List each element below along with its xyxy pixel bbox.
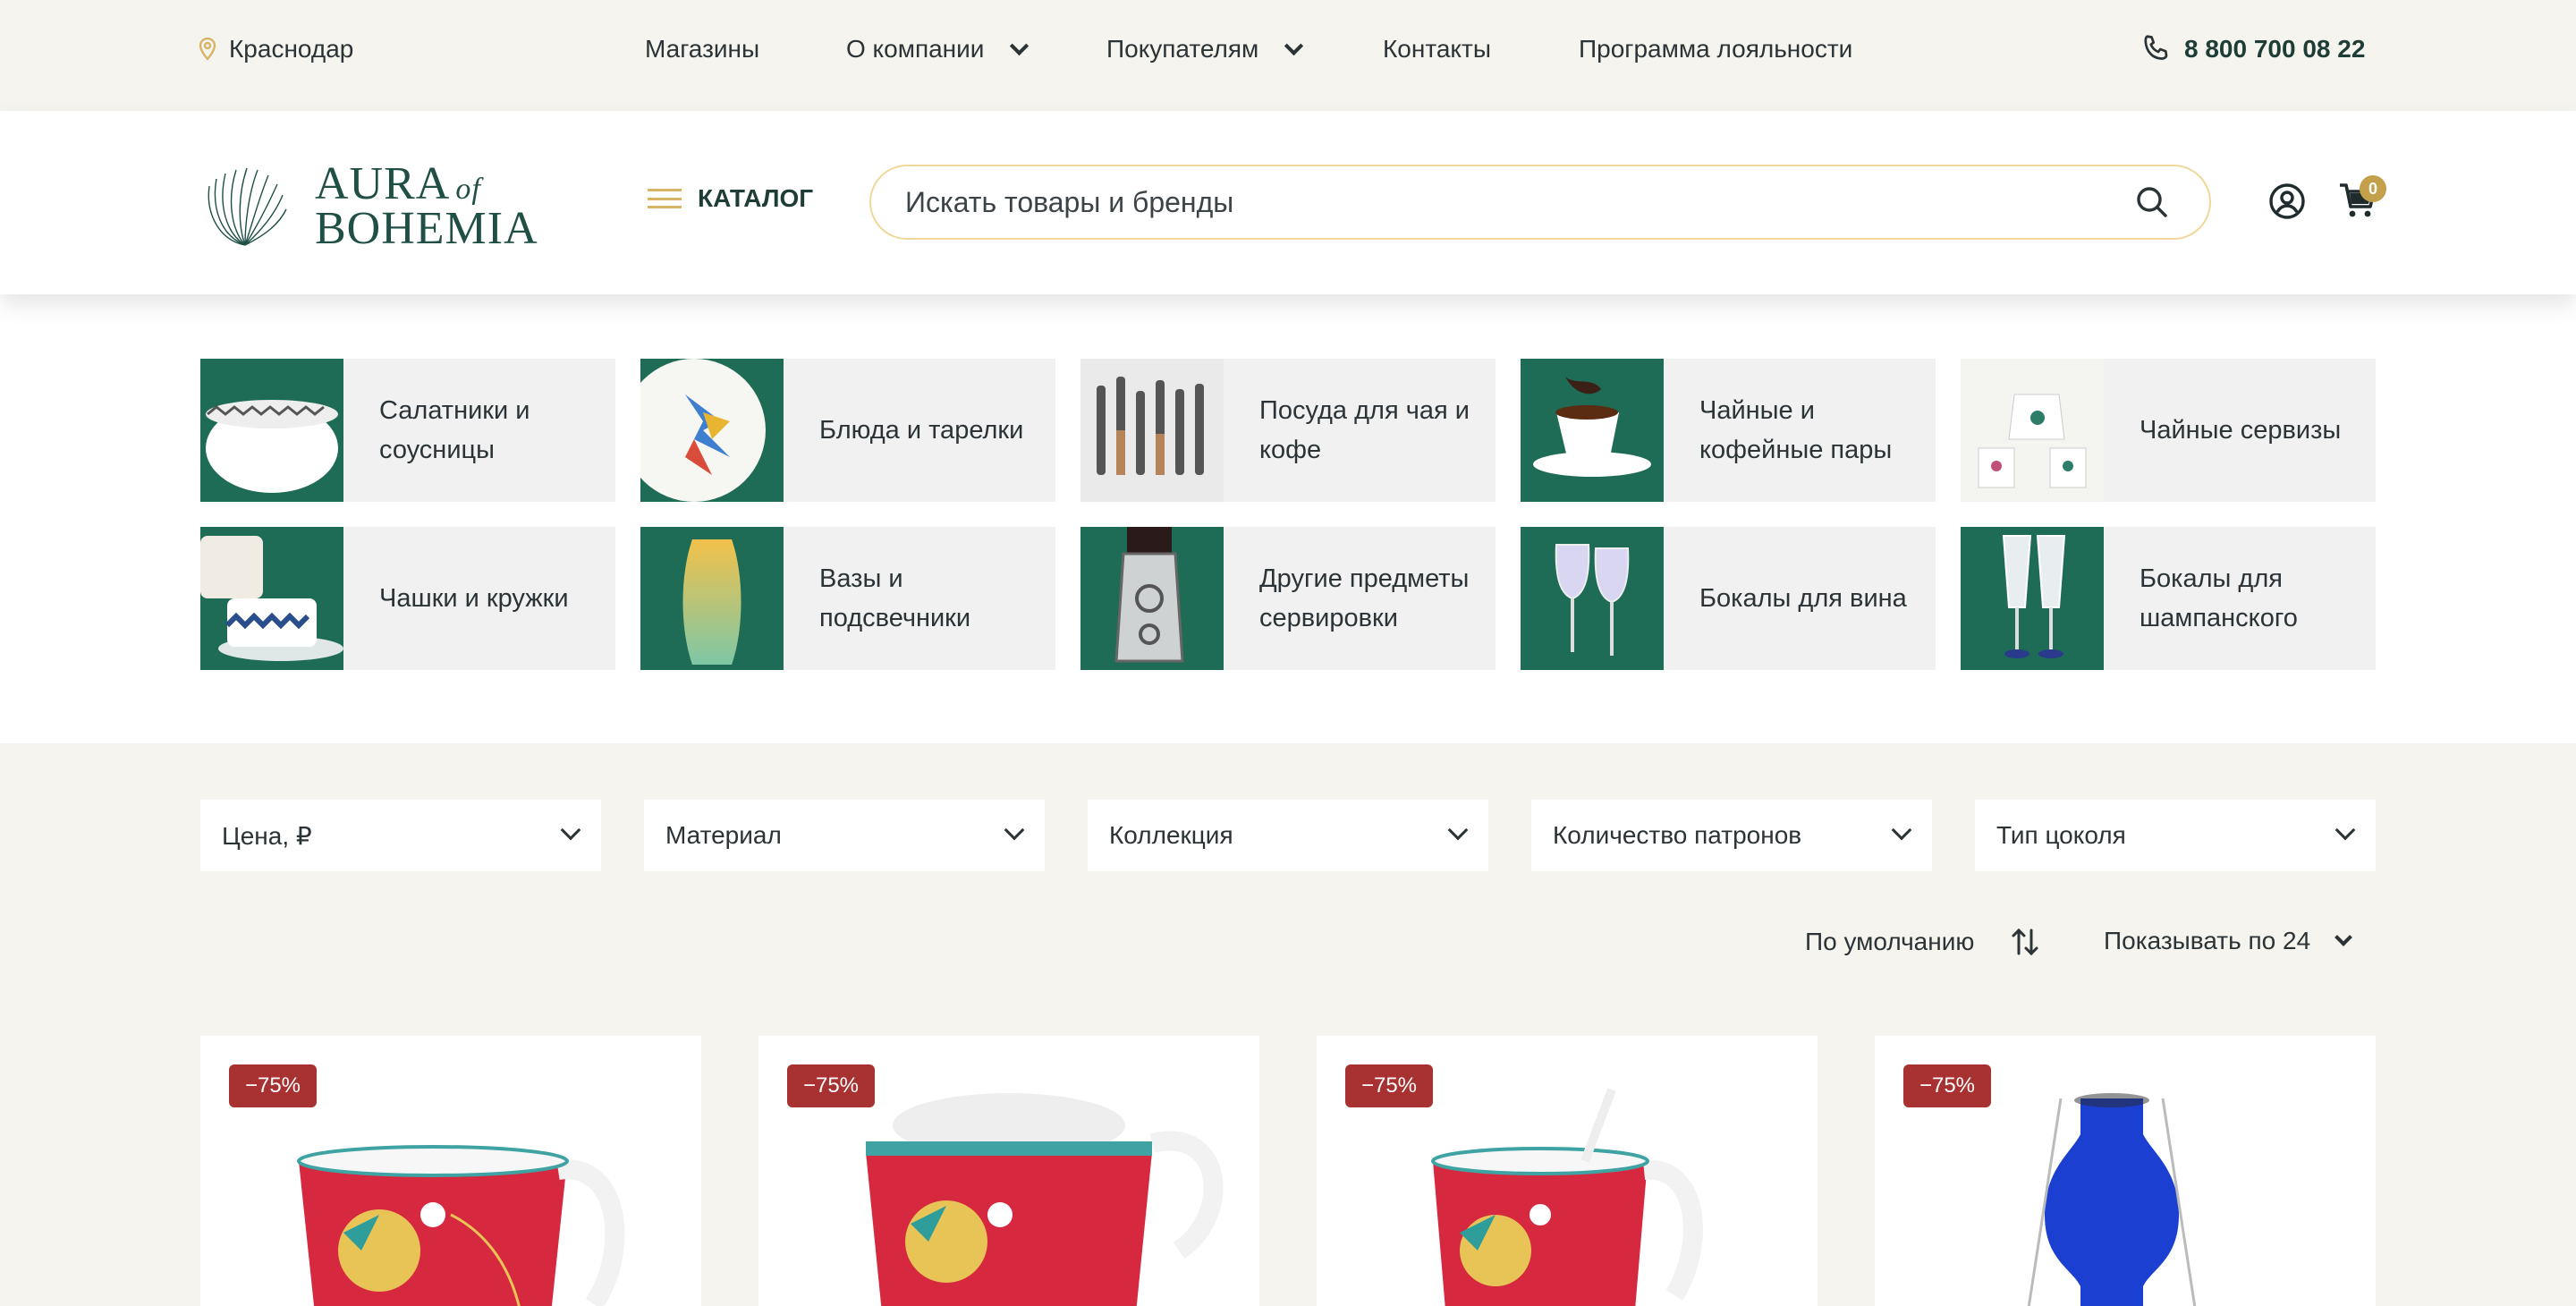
logo-line-1: AURA xyxy=(315,158,451,209)
category-tea-sets[interactable]: Чайные сервизы xyxy=(1961,359,2376,502)
category-tea-coffee-ware[interactable]: Посуда для чая и кофе xyxy=(1080,359,1496,502)
cart-count-badge: 0 xyxy=(2360,175,2386,202)
chevron-down-icon xyxy=(1284,36,1304,55)
discount-badge: −75% xyxy=(787,1064,875,1107)
nav-customers[interactable]: Покупателям xyxy=(1106,35,1304,64)
category-wine-glasses[interactable]: Бокалы для вина xyxy=(1521,527,1936,670)
nav-about[interactable]: О компании xyxy=(846,35,1030,64)
discount-badge: −75% xyxy=(1345,1064,1433,1107)
category-champagne-glasses[interactable]: Бокалы для шампанского xyxy=(1961,527,2376,670)
category-label: Чайные сервизы xyxy=(2140,416,2342,445)
category-cups-mugs[interactable]: Чашки и кружки xyxy=(200,527,615,670)
filter-price[interactable]: Цена, ₽ xyxy=(200,800,601,871)
nav-customers-label: Покупателям xyxy=(1106,35,1259,63)
category-label: Бокалы для вина xyxy=(1699,584,1907,613)
category-label: Посуда для чая и кофе xyxy=(1259,396,1470,464)
filter-label: Количество патронов xyxy=(1553,821,1802,849)
chevron-down-icon xyxy=(560,819,581,841)
sort-order-label: По умолчанию xyxy=(1805,928,1975,955)
nav-stores[interactable]: Магазины xyxy=(645,35,759,64)
logo-wordmark: AURA of BOHEMIA xyxy=(315,161,538,254)
category-image xyxy=(1521,359,1664,502)
category-image xyxy=(1521,527,1664,670)
category-plates[interactable]: Блюда и тарелки xyxy=(640,359,1055,502)
phone-icon xyxy=(2144,35,2168,60)
logo-of: of xyxy=(455,173,481,206)
search-input[interactable] xyxy=(905,182,2086,222)
chevron-down-icon xyxy=(2334,929,2353,946)
category-label: Бокалы для шампанского xyxy=(2140,564,2298,632)
chevron-down-icon xyxy=(1010,36,1030,55)
category-image xyxy=(1961,527,2104,670)
nav-about-label: О компании xyxy=(846,35,985,63)
category-cup-saucer-pairs[interactable]: Чайные и кофейные пары xyxy=(1521,359,1936,502)
phone-number: 8 800 700 08 22 xyxy=(2184,35,2366,63)
discount-badge: −75% xyxy=(229,1064,317,1107)
category-label: Чашки и кружки xyxy=(379,584,569,613)
category-label: Вазы и подсвечники xyxy=(819,564,971,632)
category-image xyxy=(200,359,343,502)
category-label: Чайные и кофейные пары xyxy=(1699,396,1893,464)
location-pin-icon xyxy=(199,38,216,61)
filter-label: Тип цоколя xyxy=(1996,821,2126,849)
nav-stores-label: Магазины xyxy=(645,35,760,63)
palm-leaf-logo-icon xyxy=(208,167,287,246)
user-icon[interactable] xyxy=(2268,182,2306,220)
main-header: AURAof BOHEMIA КАТАЛОГ 0 xyxy=(0,111,2576,294)
city-label: Краснодар xyxy=(229,35,354,63)
chevron-down-icon xyxy=(2334,819,2356,841)
category-image xyxy=(640,359,784,502)
category-image xyxy=(1961,359,2104,502)
filter-collection[interactable]: Коллекция xyxy=(1088,800,1488,871)
per-page-label: Показывать по 24 xyxy=(2104,927,2311,954)
filter-label: Материал xyxy=(665,821,782,849)
filter-label: Коллекция xyxy=(1109,821,1233,849)
category-salad-bowls[interactable]: Салатники и соусницы xyxy=(200,359,615,502)
nav-contacts[interactable]: Контакты xyxy=(1383,35,1491,64)
filter-base-type[interactable]: Тип цоколя xyxy=(1975,800,2376,871)
catalog-button[interactable]: КАТАЛОГ xyxy=(648,184,813,213)
discount-badge: −75% xyxy=(1903,1064,1991,1107)
product-card[interactable]: −75% xyxy=(200,1036,701,1306)
category-image xyxy=(640,527,784,670)
search-bar xyxy=(869,165,2211,240)
category-vases-candlesticks[interactable]: Вазы и подсвечники xyxy=(640,527,1055,670)
filter-label: Цена, ₽ xyxy=(222,821,312,850)
chevron-down-icon xyxy=(1004,819,1025,841)
nav-loyalty[interactable]: Программа лояльности xyxy=(1579,35,1852,64)
category-label: Блюда и тарелки xyxy=(819,416,1024,445)
top-bar: Краснодар Магазины О компании Покупателя… xyxy=(0,0,2576,111)
category-label: Салатники и соусницы xyxy=(379,396,530,464)
product-card[interactable]: −75% xyxy=(1875,1036,2376,1306)
search-icon[interactable] xyxy=(2134,184,2170,220)
per-page-control[interactable]: Показывать по 24 xyxy=(2104,927,2353,955)
product-card[interactable]: −75% xyxy=(758,1036,1259,1306)
category-image xyxy=(1080,527,1224,670)
menu-icon xyxy=(648,189,682,208)
product-card[interactable]: −75% xyxy=(1317,1036,1818,1306)
filter-material[interactable]: Материал xyxy=(644,800,1045,871)
sort-icon xyxy=(2012,928,2038,956)
catalog-label: КАТАЛОГ xyxy=(698,184,814,212)
sort-order-control[interactable]: По умолчанию xyxy=(1805,927,2040,957)
nav-loyalty-label: Программа лояльности xyxy=(1579,35,1853,63)
brand-logo[interactable]: AURA of BOHEMIA xyxy=(200,159,558,254)
category-image xyxy=(200,527,343,670)
chevron-down-icon xyxy=(1891,819,1912,841)
city-selector[interactable]: Краснодар xyxy=(199,35,353,64)
phone-link[interactable]: 8 800 700 08 22 xyxy=(2140,33,2365,65)
filter-socket-count[interactable]: Количество патронов xyxy=(1531,800,1932,871)
category-image xyxy=(1080,359,1224,502)
category-other-serving[interactable]: Другие предметы сервировки xyxy=(1080,527,1496,670)
nav-contacts-label: Контакты xyxy=(1383,35,1491,63)
category-label: Другие предметы сервировки xyxy=(1259,564,1470,632)
chevron-down-icon xyxy=(1447,819,1469,841)
logo-line-2: BOHEMIA xyxy=(315,203,538,254)
category-grid: Салатники и соусницы Блюда и тарелки Пос… xyxy=(0,294,2576,743)
